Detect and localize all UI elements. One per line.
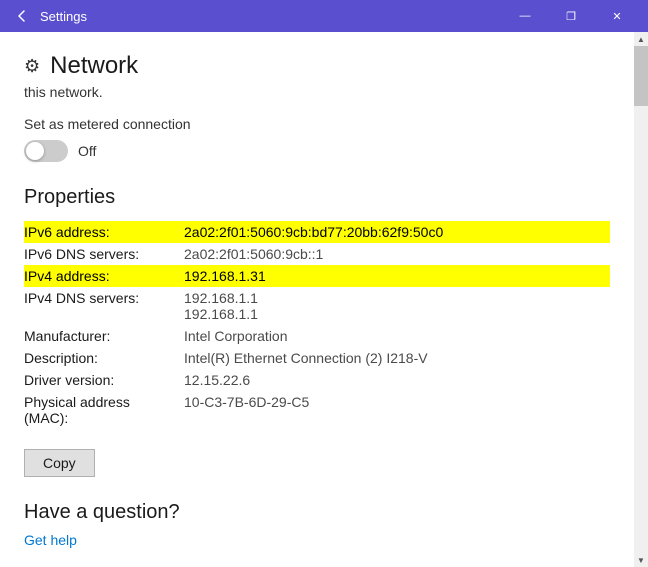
main-container: ⚙ Network this network. Set as metered c… xyxy=(0,32,648,567)
restore-button[interactable]: ❐ xyxy=(548,0,594,32)
question-title: Have a question? xyxy=(24,501,610,524)
properties-title: Properties xyxy=(24,186,610,209)
property-label: Description: xyxy=(24,347,184,369)
metered-label: Set as metered connection xyxy=(24,116,610,132)
page-title: Network xyxy=(50,52,138,80)
property-label: IPv6 address: xyxy=(24,221,184,243)
property-value: 2a02:2f01:5060:9cb::1 xyxy=(184,243,610,265)
minimize-button[interactable]: — xyxy=(502,0,548,32)
property-label: IPv6 DNS servers: xyxy=(24,243,184,265)
properties-table: IPv6 address:2a02:2f01:5060:9cb:bd77:20b… xyxy=(24,221,610,429)
property-value: 192.168.1.1192.168.1.1 xyxy=(184,287,610,325)
property-value: 10-C3-7B-6D-29-C5 xyxy=(184,391,610,429)
get-help-link[interactable]: Get help xyxy=(24,532,77,548)
back-button[interactable] xyxy=(8,2,36,30)
property-label: IPv4 address: xyxy=(24,265,184,287)
metered-toggle[interactable] xyxy=(24,140,68,162)
close-button[interactable]: ✕ xyxy=(594,0,640,32)
property-value: 12.15.22.6 xyxy=(184,369,610,391)
property-value: Intel(R) Ethernet Connection (2) I218-V xyxy=(184,347,610,369)
scrollbar-arrow-up[interactable]: ▲ xyxy=(634,32,648,46)
property-label: Driver version: xyxy=(24,369,184,391)
title-bar: Settings — ❐ ✕ xyxy=(0,0,648,32)
scrollbar-arrow-down[interactable]: ▼ xyxy=(634,553,648,567)
page-header: ⚙ Network xyxy=(24,52,610,80)
scrollbar-thumb[interactable] xyxy=(634,46,648,106)
window-controls: — ❐ ✕ xyxy=(502,0,640,32)
property-value: Intel Corporation xyxy=(184,325,610,347)
toggle-knob xyxy=(26,142,44,160)
property-value: 2a02:2f01:5060:9cb:bd77:20bb:62f9:50c0 xyxy=(184,221,610,243)
copy-button[interactable]: Copy xyxy=(24,449,95,477)
property-value: 192.168.1.31 xyxy=(184,265,610,287)
property-label: Manufacturer: xyxy=(24,325,184,347)
content-area: ⚙ Network this network. Set as metered c… xyxy=(0,32,634,567)
property-label: Physical address (MAC): xyxy=(24,391,184,429)
scrollbar-track: ▲ ▼ xyxy=(634,32,648,567)
page-subtitle: this network. xyxy=(24,84,610,100)
toggle-state-label: Off xyxy=(78,143,96,159)
metered-toggle-row: Off xyxy=(24,140,610,162)
property-label: IPv4 DNS servers: xyxy=(24,287,184,325)
gear-icon: ⚙ xyxy=(24,56,40,77)
window-title: Settings xyxy=(40,9,502,24)
